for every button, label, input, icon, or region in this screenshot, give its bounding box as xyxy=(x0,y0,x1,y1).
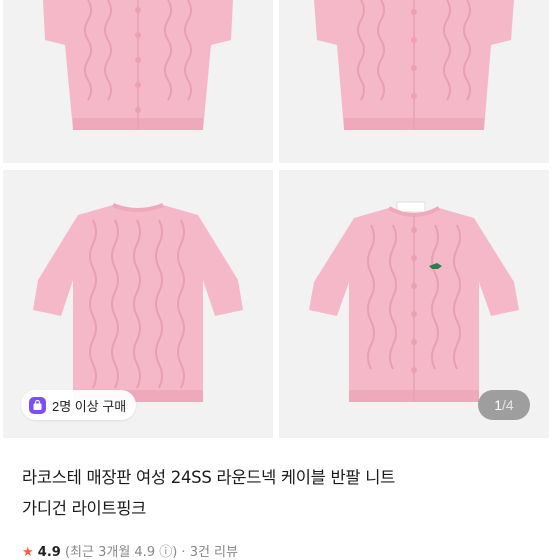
image-pager: 1/4 xyxy=(478,390,530,420)
group-purchase-badge: 2명 이상 구매 xyxy=(21,390,137,420)
product-title: 라코스테 매장판 여성 24SS 라운드넥 케이블 반팔 니트 가디건 라이트핑… xyxy=(22,462,532,524)
pager-total: /4 xyxy=(502,397,514,413)
pager-current: 1 xyxy=(494,397,503,413)
shopping-bag-icon xyxy=(29,396,46,414)
product-image-1[interactable] xyxy=(3,0,273,163)
product-title-line-1: 라코스테 매장판 여성 24SS 라운드넥 케이블 반팔 니트 xyxy=(22,468,395,487)
product-image-2[interactable] xyxy=(279,0,549,163)
group-purchase-label: 2명 이상 구매 xyxy=(52,398,127,414)
star-icon: ★ xyxy=(22,545,34,560)
review-details: (최근 3개월 4.9 ⓘ) · 3건 리뷰 xyxy=(64,545,238,560)
product-title-line-2: 가디건 라이트핑크 xyxy=(22,499,146,518)
product-image-gallery[interactable]: 2명 이상 구매 1/4 xyxy=(0,0,552,438)
rating-value: 4.9 xyxy=(37,545,61,560)
review-summary[interactable]: ★ 4.9 (최근 3개월 4.9 ⓘ) · 3건 리뷰 xyxy=(22,541,238,560)
